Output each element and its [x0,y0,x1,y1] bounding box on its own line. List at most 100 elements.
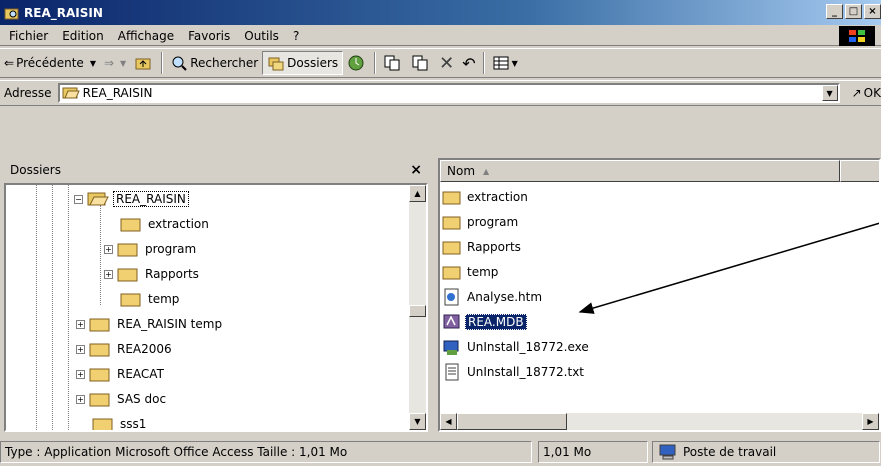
toolbar-separator [161,52,164,74]
go-button[interactable]: ↗ OK [852,86,881,100]
tree-item-sas-doc[interactable]: + SAS doc [76,387,168,411]
folder-tree[interactable]: − REA_RAISIN extraction + program + Rapp… [4,183,428,432]
address-dropdown-button[interactable]: ▼ [821,85,838,101]
file-item-rapports[interactable]: Rapports [442,236,523,258]
tree-item-rea-raisin-temp[interactable]: + REA_RAISIN temp [76,312,224,336]
folder-icon [442,241,461,255]
status-size: 1,01 Mo [538,441,648,463]
back-button[interactable]: ⇐ Précédente ▼ [0,51,100,75]
address-label: Adresse [4,86,52,100]
file-item-analyse-htm[interactable]: Analyse.htm [442,286,544,308]
scroll-up-button[interactable]: ▲ [409,185,426,202]
menu-affichage[interactable]: Affichage [111,29,181,43]
tree-item-rapports[interactable]: + Rapports [104,262,201,286]
tree-item-extraction[interactable]: extraction [120,212,211,236]
status-zone: Poste de travail [652,441,880,463]
scroll-track[interactable] [567,413,862,430]
window-title: REA_RAISIN [24,5,103,20]
expand-icon[interactable]: + [104,269,113,279]
chevron-down-icon[interactable]: ▼ [120,59,126,68]
close-button[interactable]: × [864,4,881,19]
tree-item-reacat[interactable]: + REACAT [76,362,166,386]
expand-icon[interactable]: + [76,344,85,354]
standard-toolbar: ⇐ Précédente ▼ ⇒ ▼ Rechercher Dossiers ✕… [0,48,881,78]
menu-favoris[interactable]: Favoris [181,29,237,43]
tree-item-program[interactable]: + program [104,237,198,261]
folder-icon [120,293,141,307]
column-header-size[interactable] [840,160,879,182]
expand-icon[interactable]: + [76,394,85,404]
minimize-button[interactable]: _ [826,4,843,19]
column-header-name[interactable]: Nom ▲ [440,160,840,182]
windows-logo-icon [839,26,875,46]
file-item-uninstall-txt[interactable]: UnInstall_18772.txt [442,361,586,383]
title-bar[interactable]: REA_RAISIN _ □ × [0,0,881,25]
folder-icon [89,343,110,357]
address-value: REA_RAISIN [82,86,153,100]
scroll-thumb[interactable] [457,413,567,430]
go-arrow-icon: ↗ [851,86,862,100]
copy-to-button[interactable] [407,51,435,75]
menu-fichier[interactable]: Fichier [2,29,55,43]
folder-icon [92,418,113,430]
scroll-thumb[interactable] [409,305,426,317]
move-to-button[interactable] [379,51,407,75]
tree-line [68,185,69,430]
exe-file-icon [443,340,459,355]
file-item-rea-mdb[interactable]: REA.MDB [442,311,527,333]
chevron-down-icon: ▼ [511,58,518,68]
folder-icon [89,393,110,407]
forward-button[interactable]: ⇒ ▼ [100,51,130,75]
tree-vertical-scrollbar[interactable]: ▲ ▼ [409,185,426,430]
delete-icon: ✕ [439,52,455,74]
undo-button[interactable]: ↶ [458,51,479,75]
sort-ascending-icon: ▲ [483,166,490,176]
expand-icon[interactable]: + [76,369,85,379]
maximize-button[interactable]: □ [845,4,862,19]
move-to-icon [384,55,400,71]
back-arrow-icon: ⇐ [4,56,15,70]
folders-button[interactable]: Dossiers [262,51,344,75]
expand-icon[interactable]: + [76,319,85,329]
folder-icon [89,318,110,332]
menu-outils[interactable]: Outils [237,29,286,43]
folder-icon [89,368,110,382]
file-item-temp[interactable]: temp [442,261,500,283]
chevron-down-icon[interactable]: ▼ [90,59,96,68]
scroll-down-button[interactable]: ▼ [409,413,426,430]
collapse-icon[interactable]: − [74,194,83,204]
folder-icon [117,268,138,282]
tree-item-rea2006[interactable]: + REA2006 [76,337,174,361]
folders-icon [268,57,284,71]
toolbar-separator [482,52,485,74]
history-button[interactable] [343,51,371,75]
delete-button[interactable]: ✕ [435,51,458,75]
search-button[interactable]: Rechercher [166,51,262,75]
menu-edition[interactable]: Edition [55,29,111,43]
expand-icon[interactable]: + [104,244,113,254]
tree-line [100,205,101,305]
menu-help[interactable]: ? [286,29,306,43]
tree-item-temp[interactable]: temp [120,287,181,311]
scroll-left-button[interactable]: ◀ [440,413,457,430]
address-field[interactable]: REA_RAISIN ▼ [57,83,840,103]
close-pane-button[interactable]: × [410,162,422,178]
tree-item-sss1[interactable]: sss1 [92,412,148,430]
up-folder-button[interactable] [130,51,158,75]
folder-icon [120,218,141,232]
file-list-horizontal-scrollbar[interactable]: ◀ ▶ [440,413,879,430]
tree-item-rea-raisin[interactable]: − REA_RAISIN [74,187,189,211]
folder-icon [442,216,461,230]
search-icon [172,56,187,71]
status-info: Type : Application Microsoft Office Acce… [0,441,532,463]
html-file-icon [444,288,459,306]
file-item-program[interactable]: program [442,211,520,233]
file-item-uninstall-exe[interactable]: UnInstall_18772.exe [442,336,591,358]
folders-pane-header: Dossiers × [4,158,428,182]
file-list[interactable]: Nom ▲ extraction program Rapports temp A… [438,158,881,432]
forward-arrow-icon: ⇒ [103,56,115,70]
file-item-extraction[interactable]: extraction [442,186,530,208]
history-icon [348,55,364,71]
scroll-right-button[interactable]: ▶ [862,413,879,430]
views-button[interactable]: ▼ [488,51,522,75]
